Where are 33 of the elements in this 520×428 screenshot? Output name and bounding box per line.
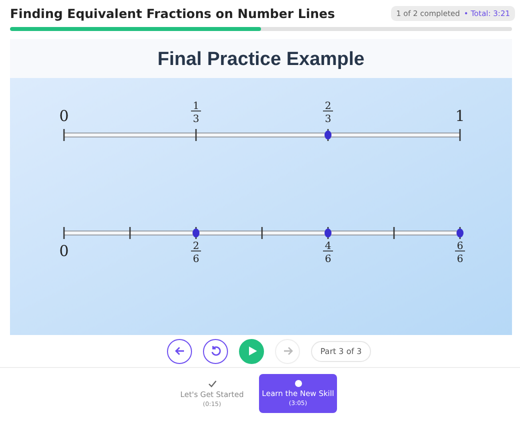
arrow-left-icon [174, 345, 186, 357]
tick-mark [327, 129, 329, 141]
tick-mark [327, 227, 329, 239]
example-title: Final Practice Example [156, 48, 366, 72]
tick-mark [261, 227, 263, 239]
whole-number-label: 0 [59, 107, 69, 125]
point-marker [324, 130, 332, 140]
point-marker [192, 228, 200, 238]
tick-mark [393, 227, 395, 239]
fraction-label: 6 6 [454, 241, 466, 265]
fraction-label: 2 3 [322, 101, 334, 125]
point-marker [456, 228, 464, 238]
restart-icon [210, 345, 222, 357]
lesson-title: Finding Equivalent Fractions on Number Lines [10, 6, 335, 20]
restart-button[interactable] [203, 338, 228, 364]
tick-mark [63, 129, 65, 141]
tick-mark [63, 227, 65, 239]
tick-mark [459, 129, 461, 141]
tick-mark [195, 129, 197, 141]
fraction-label: 1 3 [190, 101, 202, 125]
whole-number-label: 1 [455, 107, 465, 125]
tick-mark [129, 227, 131, 239]
check-icon [208, 380, 216, 388]
tick-mark [195, 227, 197, 239]
fraction-label: 2 6 [190, 241, 202, 265]
tick-mark [459, 227, 461, 239]
part-indicator: Part 3 of 3 [311, 340, 371, 362]
current-dot-icon [294, 380, 302, 387]
point-marker [324, 228, 332, 238]
whole-number-label: 0 [59, 242, 69, 260]
fraction-label: 4 6 [322, 241, 334, 265]
back-button[interactable] [167, 338, 192, 364]
arrow-right-icon [282, 345, 294, 357]
